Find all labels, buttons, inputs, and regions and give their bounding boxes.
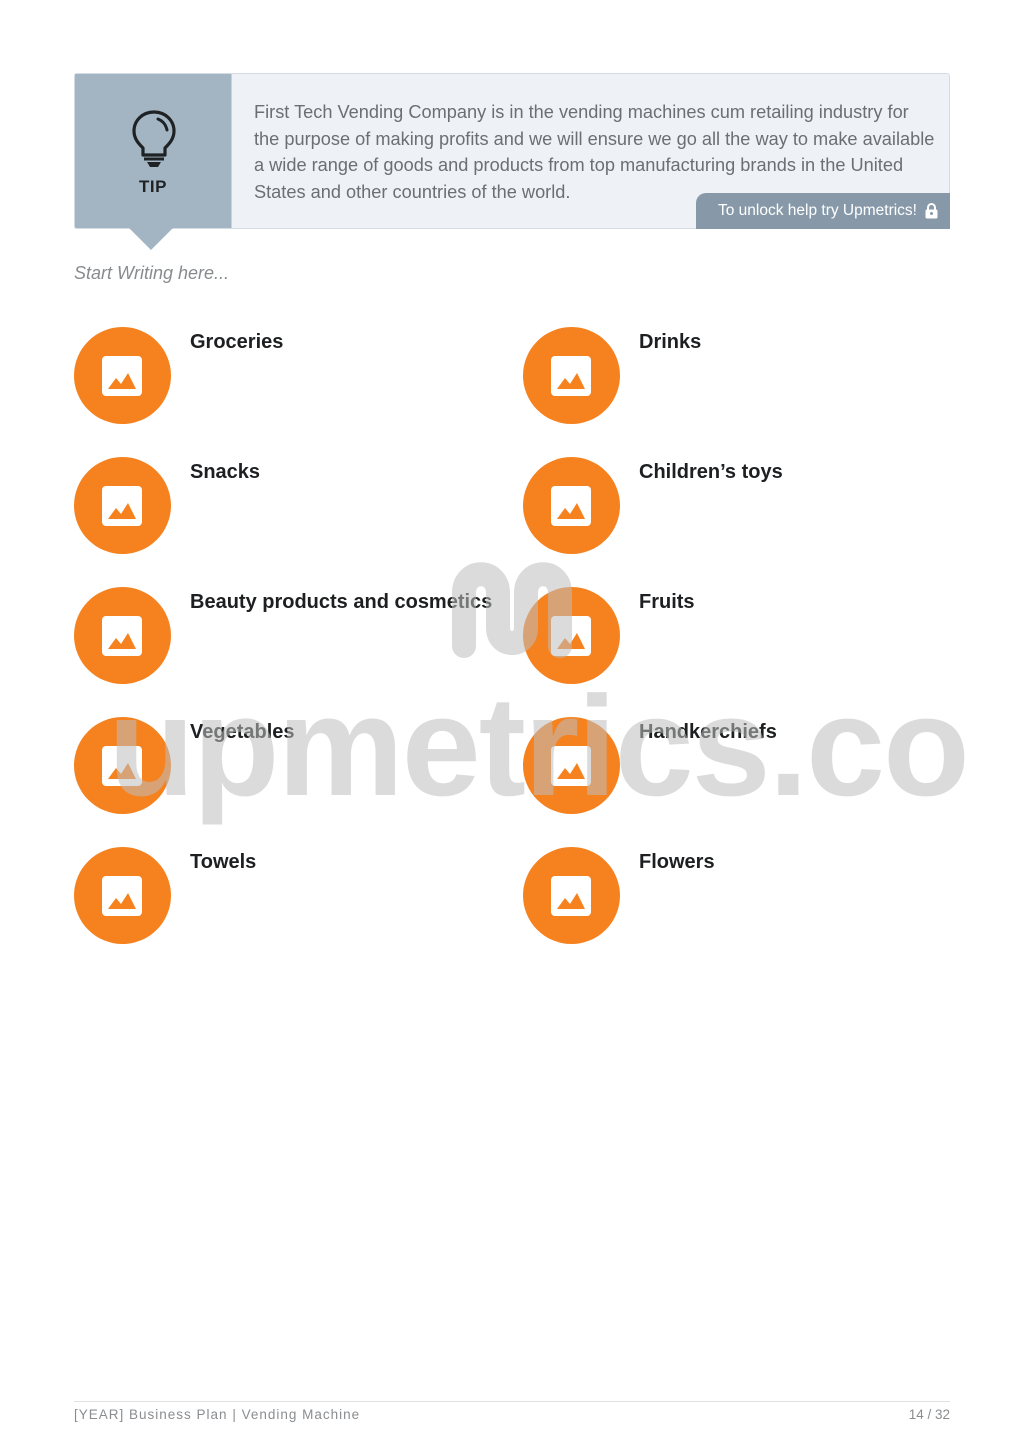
list-item: Fruits [523,587,963,687]
lightbulb-icon [132,110,176,167]
tip-pointer [129,228,173,250]
list-item: Drinks [523,327,963,427]
item-label: Drinks [639,331,702,353]
image-icon [551,876,591,916]
item-label: Vegetables [190,721,295,743]
item-label: Children’s toys [639,461,783,483]
item-label: Handkerchiefs [639,721,777,743]
item-image-placeholder[interactable] [74,587,171,684]
item-image-placeholder[interactable] [523,457,620,554]
tip-panel: TIP [75,74,232,228]
image-icon [102,746,142,786]
list-item: Snacks [74,457,514,557]
upmetrics-watermark-logo [452,562,572,658]
list-item: Handkerchiefs [523,717,963,817]
unlock-upmetrics-button[interactable]: To unlock help try Upmetrics! [696,193,950,229]
tip-text: First Tech Vending Company is in the ven… [254,102,935,203]
item-image-placeholder[interactable] [523,327,620,424]
list-item: Groceries [74,327,514,427]
image-icon [551,486,591,526]
list-item: Towels [74,847,514,947]
item-image-placeholder[interactable] [74,717,171,814]
item-image-placeholder[interactable] [74,847,171,944]
item-image-placeholder[interactable] [523,847,620,944]
item-image-placeholder[interactable] [74,457,171,554]
page-number: 14 / 32 [908,1407,950,1422]
item-label: Snacks [190,461,261,483]
lock-icon [925,203,938,219]
item-label: Towels [190,851,257,873]
footer-title: [YEAR] Business Plan | Vending Machine [74,1407,361,1422]
image-icon [102,876,142,916]
tip-label: TIP [139,177,167,196]
item-image-placeholder[interactable] [74,327,171,424]
start-writing-placeholder[interactable]: Start Writing here... [74,263,229,284]
image-icon [102,616,142,656]
tip-box: TIP First Tech Vending Company is in the… [74,73,950,250]
image-icon [102,486,142,526]
unlock-label: To unlock help try Upmetrics! [718,202,917,219]
item-label: Fruits [639,591,695,613]
list-item: Children’s toys [523,457,963,557]
image-icon [102,356,142,396]
footer-divider [74,1401,950,1402]
list-item: Vegetables [74,717,514,817]
image-icon [551,746,591,786]
image-icon [551,356,591,396]
list-item: Flowers [523,847,963,947]
item-label: Groceries [190,331,284,353]
item-label: Flowers [639,851,715,873]
item-image-placeholder[interactable] [523,717,620,814]
